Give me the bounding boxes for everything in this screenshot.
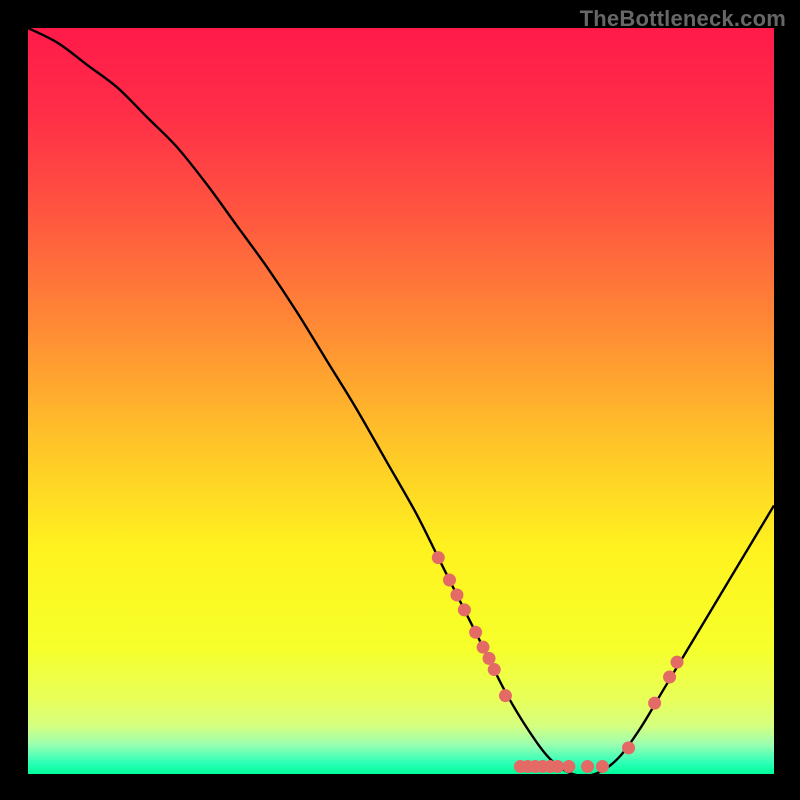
data-point — [671, 656, 684, 669]
data-point — [648, 697, 661, 710]
data-point — [562, 760, 575, 773]
data-point — [450, 588, 463, 601]
data-point — [483, 652, 496, 665]
data-point — [596, 760, 609, 773]
data-point — [469, 626, 482, 639]
plot-background — [28, 28, 774, 774]
data-point — [663, 671, 676, 684]
bottleneck-curve-chart — [28, 28, 774, 774]
data-point — [477, 641, 490, 654]
data-point — [432, 551, 445, 564]
data-point — [458, 603, 471, 616]
chart-svg — [28, 28, 774, 774]
data-point — [622, 741, 635, 754]
watermark-text: TheBottleneck.com — [580, 6, 786, 32]
data-point — [581, 760, 594, 773]
data-point — [551, 760, 564, 773]
data-point — [499, 689, 512, 702]
data-point — [443, 574, 456, 587]
data-point — [488, 663, 501, 676]
